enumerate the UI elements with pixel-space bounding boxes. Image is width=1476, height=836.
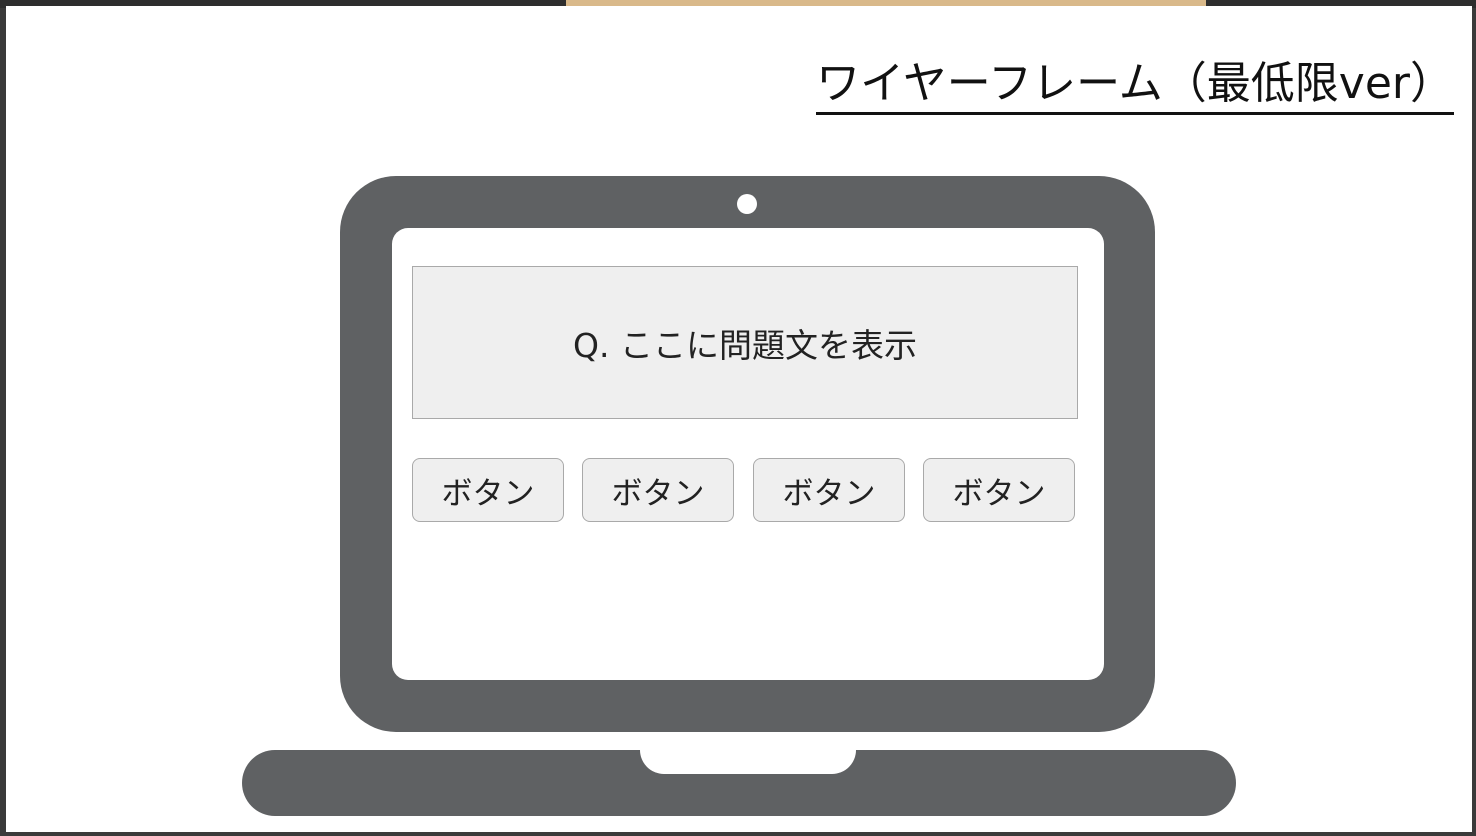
question-box: Q. ここに問題文を表示	[412, 266, 1078, 419]
answer-button-4[interactable]: ボタン	[923, 458, 1075, 522]
laptop-base-notch	[640, 750, 856, 774]
webcam-icon	[737, 194, 757, 214]
laptop-screen: Q. ここに問題文を表示 ボタン ボタン ボタン ボタン	[392, 228, 1104, 680]
answer-button-3[interactable]: ボタン	[753, 458, 905, 522]
answer-button-row: ボタン ボタン ボタン ボタン	[412, 458, 1078, 524]
answer-button-2[interactable]: ボタン	[582, 458, 734, 522]
presentation-slide: ワイヤーフレーム（最低限ver） Q. ここに問題文を表示 ボタン ボタン ボタ…	[6, 6, 1472, 832]
laptop-base	[242, 750, 1236, 816]
laptop-illustration: Q. ここに問題文を表示 ボタン ボタン ボタン ボタン	[6, 6, 1472, 832]
laptop-lid: Q. ここに問題文を表示 ボタン ボタン ボタン ボタン	[340, 176, 1155, 732]
answer-button-1[interactable]: ボタン	[412, 458, 564, 522]
